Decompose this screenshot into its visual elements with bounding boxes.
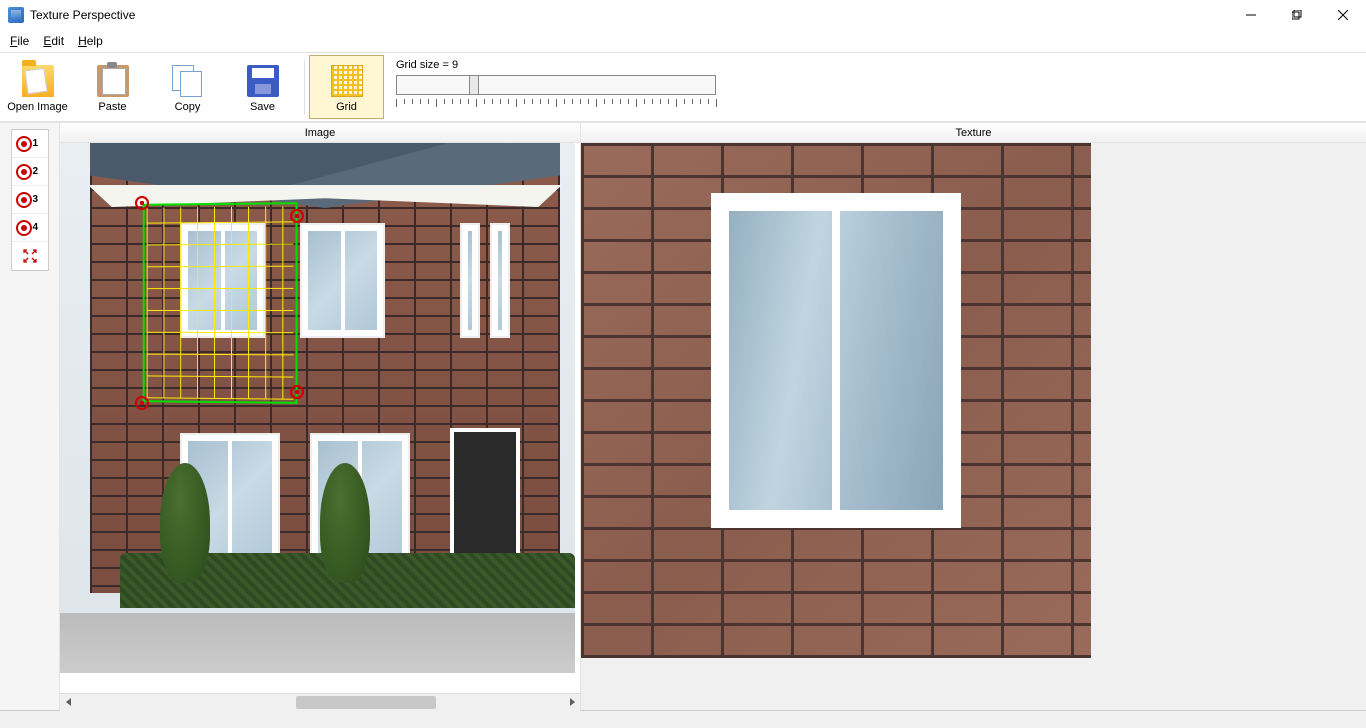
- menu-file[interactable]: File: [4, 32, 35, 50]
- menu-help[interactable]: Help: [72, 32, 109, 50]
- point-2-button[interactable]: 2: [12, 158, 48, 186]
- fit-view-button[interactable]: [12, 242, 48, 270]
- app-icon: [8, 7, 24, 23]
- grid-size-control: Grid size = 9: [384, 55, 728, 119]
- window-title: Texture Perspective: [30, 8, 1228, 22]
- paste-label: Paste: [98, 101, 126, 113]
- save-label: Save: [250, 101, 275, 113]
- target-icon: [16, 164, 32, 180]
- texture-panel-header: Texture: [580, 123, 1366, 142]
- save-button[interactable]: Save: [225, 55, 300, 119]
- expand-icon: [22, 248, 38, 264]
- menu-help-label: Help: [78, 34, 103, 48]
- point-4-button[interactable]: 4: [12, 214, 48, 242]
- point-selector-group: 1 2 3 4: [11, 129, 49, 271]
- toolbar-separator: [304, 59, 305, 115]
- point-3-label: 3: [33, 194, 39, 205]
- menu-edit-label: Edit: [43, 34, 64, 48]
- copy-button[interactable]: Copy: [150, 55, 225, 119]
- slider-ticks: [396, 99, 716, 109]
- workspace: 1 2 3 4 Image Texture: [0, 122, 1366, 710]
- target-icon: [16, 220, 32, 236]
- paste-icon: [97, 65, 129, 97]
- grid-icon: [331, 65, 363, 97]
- scroll-left-button[interactable]: [60, 694, 77, 711]
- texture-output-image: [581, 143, 1091, 658]
- menu-file-label: File: [10, 34, 29, 48]
- copy-icon: [172, 65, 204, 97]
- texture-panel: [580, 143, 1366, 710]
- folder-icon: [22, 65, 54, 97]
- image-panel-header: Image: [60, 123, 580, 142]
- save-icon: [247, 65, 279, 97]
- target-icon: [16, 136, 32, 152]
- statusbar: [0, 710, 1366, 728]
- titlebar: Texture Perspective: [0, 0, 1366, 30]
- grid-button[interactable]: Grid: [309, 55, 384, 119]
- open-image-button[interactable]: Open Image: [0, 55, 75, 119]
- point-3-button[interactable]: 3: [12, 186, 48, 214]
- toolbar: Open Image Paste Copy Save Grid Grid siz…: [0, 52, 1366, 122]
- grid-label: Grid: [336, 101, 357, 113]
- menubar: File Edit Help: [0, 30, 1366, 52]
- copy-label: Copy: [175, 101, 201, 113]
- window-controls: [1228, 0, 1366, 30]
- slider-thumb[interactable]: [469, 75, 479, 95]
- scroll-track[interactable]: [77, 694, 563, 711]
- maximize-button[interactable]: [1274, 0, 1320, 30]
- horizontal-scrollbar[interactable]: [60, 693, 580, 710]
- point-4-label: 4: [33, 222, 39, 233]
- scroll-right-button[interactable]: [563, 694, 580, 711]
- grid-size-label-row: Grid size = 9: [396, 59, 716, 71]
- grid-size-label: Grid size =: [396, 59, 449, 71]
- panels: Image Texture: [60, 123, 1366, 710]
- minimize-button[interactable]: [1228, 0, 1274, 30]
- close-button[interactable]: [1320, 0, 1366, 30]
- point-1-label: 1: [33, 138, 39, 149]
- texture-viewport[interactable]: [581, 143, 1366, 710]
- image-panel: [60, 143, 580, 710]
- menu-edit[interactable]: Edit: [37, 32, 70, 50]
- open-image-label: Open Image: [7, 101, 68, 113]
- image-viewport[interactable]: [60, 143, 580, 693]
- grid-size-value: 9: [452, 59, 458, 71]
- scroll-thumb[interactable]: [296, 696, 436, 709]
- point-1-button[interactable]: 1: [12, 130, 48, 158]
- panel-headers: Image Texture: [60, 123, 1366, 143]
- target-icon: [16, 192, 32, 208]
- point-2-label: 2: [33, 166, 39, 177]
- paste-button[interactable]: Paste: [75, 55, 150, 119]
- grid-size-slider[interactable]: [396, 75, 716, 95]
- side-toolbar: 1 2 3 4: [0, 123, 60, 710]
- source-image: [60, 143, 575, 673]
